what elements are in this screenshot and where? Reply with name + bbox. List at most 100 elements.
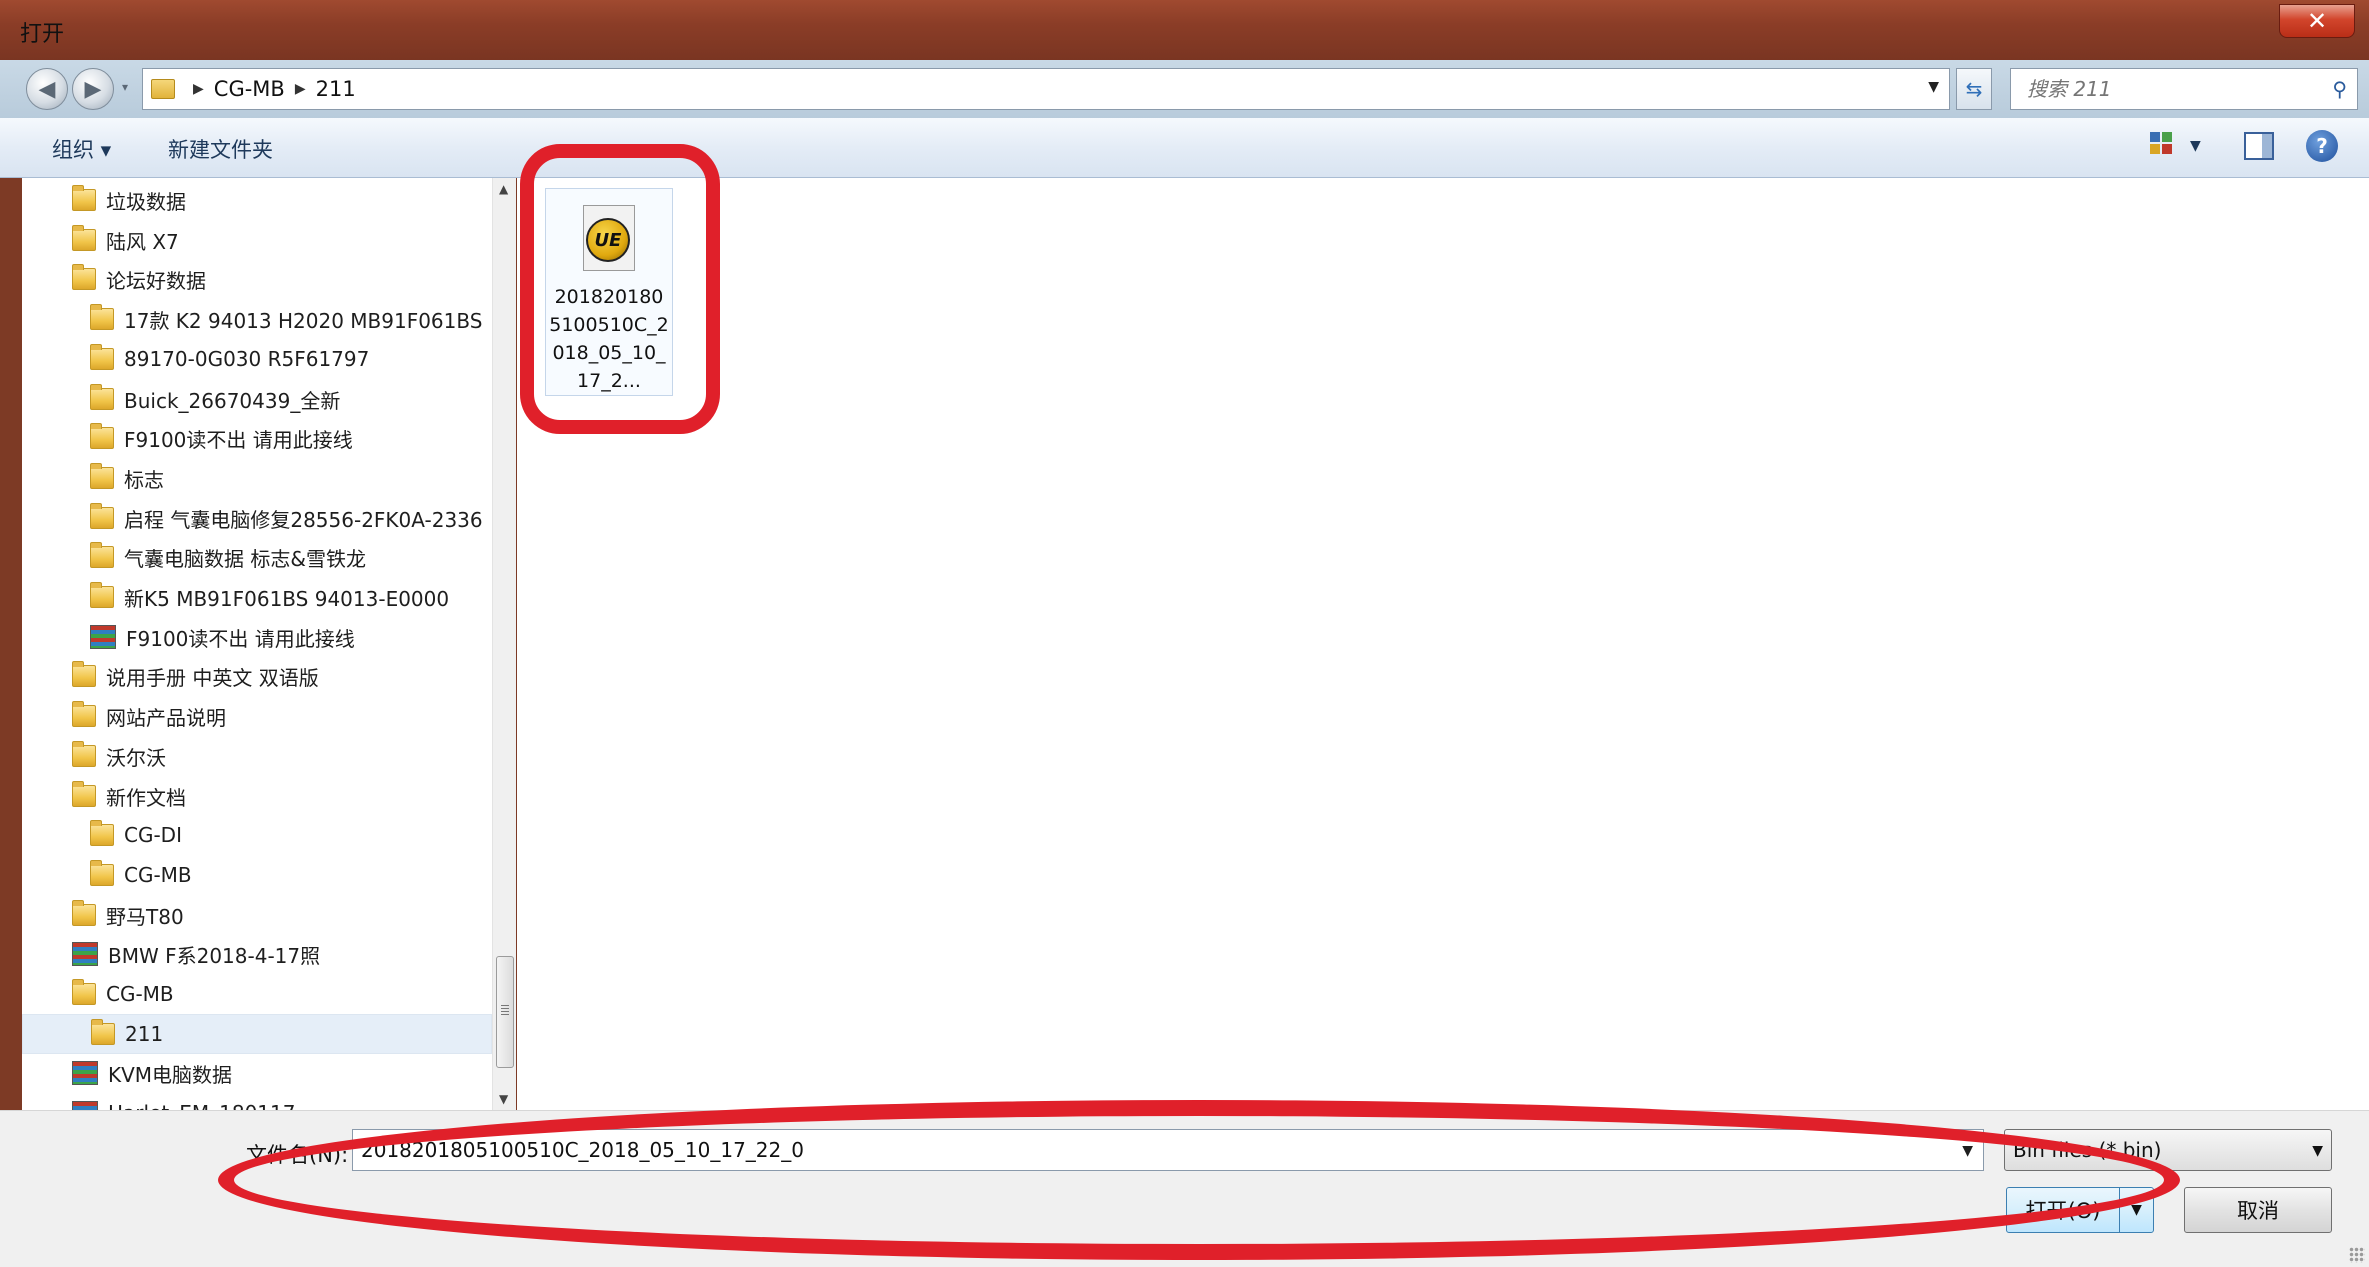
search-icon[interactable]: ⚲ bbox=[2332, 77, 2347, 101]
search-input[interactable] bbox=[2027, 77, 2307, 101]
title-bar: 打开 ✕ bbox=[0, 0, 2369, 60]
new-folder-button[interactable]: 新建文件夹 bbox=[168, 134, 273, 164]
file-item[interactable]: UE 2018201805100510C_2018_05_10_17_2... bbox=[545, 188, 673, 396]
breadcrumb-separator-icon[interactable]: ▶ bbox=[295, 81, 306, 97]
breadcrumb-separator-icon[interactable]: ▶ bbox=[193, 81, 204, 97]
tree-item-label: 新K5 MB91F061BS 94013-E0000 bbox=[124, 586, 450, 611]
tree-item[interactable]: 新K5 MB91F061BS 94013-E0000 bbox=[22, 577, 492, 617]
scroll-thumb[interactable] bbox=[496, 956, 514, 1068]
search-box[interactable]: ⚲ bbox=[2010, 68, 2358, 110]
tree-item[interactable]: Buick_26670439_全新 bbox=[22, 379, 492, 419]
folder-icon bbox=[151, 79, 175, 99]
help-icon[interactable]: ? bbox=[2306, 130, 2338, 162]
address-row: ◀ ▶ ▾ ▶ CG-MB ▶ 211 ▼ ⇆ ⚲ bbox=[0, 60, 2369, 118]
folder-icon bbox=[90, 860, 114, 886]
cancel-button[interactable]: 取消 bbox=[2184, 1187, 2332, 1233]
back-arrow-icon: ◀ bbox=[38, 76, 56, 102]
tree-item[interactable]: 说用手册 中英文 双语版 bbox=[22, 656, 492, 696]
tree-item-label: 沃尔沃 bbox=[106, 745, 166, 770]
refresh-icon: ⇆ bbox=[1965, 77, 1983, 101]
tree-item[interactable]: KVM电脑数据 bbox=[22, 1053, 492, 1093]
folder-icon bbox=[91, 1019, 115, 1045]
tree-item-label: CG-MB bbox=[124, 863, 192, 887]
forward-arrow-icon: ▶ bbox=[84, 76, 102, 102]
filename-input[interactable] bbox=[361, 1138, 1941, 1162]
tree-item[interactable]: 气囊电脑数据 标志&雪铁龙 bbox=[22, 537, 492, 577]
recent-locations-chevron-icon[interactable]: ▾ bbox=[122, 80, 128, 94]
scroll-down-icon[interactable]: ▼ bbox=[499, 1092, 508, 1106]
file-list: UE 2018201805100510C_2018_05_10_17_2... bbox=[517, 178, 2369, 1110]
view-options-chevron-icon[interactable]: ▼ bbox=[2190, 138, 2201, 154]
tree-item[interactable]: 启程 气囊电脑修复28556-2FK0A-2336 bbox=[22, 498, 492, 538]
filename-label: 文件名(N): bbox=[246, 1143, 349, 1167]
archive-icon bbox=[90, 625, 116, 649]
folder-icon bbox=[72, 185, 96, 211]
tree-item[interactable]: CG-DI bbox=[22, 815, 492, 855]
preview-pane-icon[interactable] bbox=[2244, 132, 2274, 160]
folder-icon bbox=[90, 344, 114, 370]
folder-icon bbox=[72, 661, 96, 687]
tree-item[interactable]: 垃圾数据 bbox=[22, 180, 492, 220]
folder-icon bbox=[72, 781, 96, 807]
file-type-dropdown-icon[interactable]: ▼ bbox=[2312, 1143, 2323, 1159]
tree-item[interactable]: 网站产品说明 bbox=[22, 696, 492, 736]
folder-icon bbox=[90, 423, 114, 449]
navigation-pane: 垃圾数据陆风 X7 论坛好数据 17款 K2 94013 H2020 MB91F06… bbox=[22, 178, 492, 1110]
tree-item-label: Buick_26670439_全新 bbox=[124, 388, 341, 413]
tree-item-label: 气囊电脑数据 标志&雪铁龙 bbox=[124, 546, 366, 571]
breadcrumb-211[interactable]: 211 bbox=[316, 77, 356, 101]
bottom-bar: 文件名(N): ▼ Bin files (*.bin) ▼ 打开(O) ▼ 取消 bbox=[0, 1110, 2369, 1267]
folder-icon bbox=[72, 741, 96, 767]
tree-item[interactable]: 陆风 X7 bbox=[22, 220, 492, 260]
tree-item-label: 17款 K2 94013 H2020 MB91F061BS bbox=[124, 308, 483, 333]
tree-item-label: CG-DI bbox=[124, 823, 182, 847]
grip-icon bbox=[501, 1005, 509, 1017]
address-bar[interactable]: ▶ CG-MB ▶ 211 ▼ bbox=[142, 68, 1950, 110]
tree-item[interactable]: 论坛好数据 bbox=[22, 259, 492, 299]
tree-item[interactable]: CG-MB bbox=[22, 855, 492, 895]
forward-button[interactable]: ▶ bbox=[72, 68, 114, 110]
folder-icon bbox=[90, 384, 114, 410]
tree-item[interactable]: 17款 K2 94013 H2020 MB91F061BS bbox=[22, 299, 492, 339]
tree-item[interactable]: CG-MB bbox=[22, 974, 492, 1014]
file-name: 2018201805100510C_2018_05_10_17_2... bbox=[549, 286, 669, 392]
breadcrumb-cg-mb[interactable]: CG-MB bbox=[214, 77, 285, 101]
tree-item[interactable]: F9100读不出 请用此接线 bbox=[22, 418, 492, 458]
folder-icon bbox=[90, 542, 114, 568]
refresh-button[interactable]: ⇆ bbox=[1956, 68, 1992, 110]
folder-icon bbox=[90, 820, 114, 846]
organize-button[interactable]: 组织 ▾ bbox=[52, 134, 111, 164]
folder-icon bbox=[72, 900, 96, 926]
tree-item[interactable]: 89170-0G030 R5F61797 bbox=[22, 339, 492, 379]
tree-item-label: 陆风 X7 bbox=[106, 229, 179, 254]
close-button[interactable]: ✕ bbox=[2279, 4, 2355, 38]
ultraedit-icon: UE bbox=[583, 205, 635, 271]
resize-grip-icon[interactable] bbox=[2349, 1247, 2365, 1263]
address-dropdown-icon[interactable]: ▼ bbox=[1928, 79, 1939, 95]
file-type-select[interactable]: Bin files (*.bin) ▼ bbox=[2004, 1129, 2332, 1171]
tree-item[interactable]: BMW F系2018-4-17照 bbox=[22, 934, 492, 974]
tree-item[interactable]: 野马T80 bbox=[22, 895, 492, 935]
cancel-button-label: 取消 bbox=[2237, 1199, 2279, 1223]
tree-item[interactable]: F9100读不出 请用此接线 bbox=[22, 617, 492, 657]
tree-item[interactable]: 标志 bbox=[22, 458, 492, 498]
filename-dropdown-icon[interactable]: ▼ bbox=[1962, 1143, 1973, 1159]
tree-item-label: 野马T80 bbox=[106, 904, 184, 929]
nav-scrollbar[interactable]: ▲ ▼ bbox=[492, 178, 516, 1110]
tree-item-label: F9100读不出 请用此接线 bbox=[124, 427, 353, 452]
folder-icon bbox=[90, 304, 114, 330]
tree-item[interactable]: 新作文档 bbox=[22, 776, 492, 816]
scroll-up-icon[interactable]: ▲ bbox=[499, 182, 508, 196]
folder-icon bbox=[72, 264, 96, 290]
tree-item[interactable]: Harlet_EM_180117 bbox=[22, 1093, 492, 1110]
back-button[interactable]: ◀ bbox=[26, 68, 68, 110]
filename-combobox[interactable]: ▼ bbox=[352, 1129, 1984, 1171]
tree-item-label: 说用手册 中英文 双语版 bbox=[106, 665, 319, 690]
open-options-dropdown-icon[interactable]: ▼ bbox=[2119, 1188, 2153, 1232]
tree-item[interactable]: 沃尔沃 bbox=[22, 736, 492, 776]
open-button[interactable]: 打开(O) ▼ bbox=[2006, 1187, 2154, 1233]
tree-item[interactable]: 211 bbox=[22, 1014, 492, 1054]
change-view-icon[interactable] bbox=[2150, 132, 2180, 160]
ue-badge: UE bbox=[586, 218, 630, 262]
archive-icon bbox=[72, 1101, 98, 1110]
